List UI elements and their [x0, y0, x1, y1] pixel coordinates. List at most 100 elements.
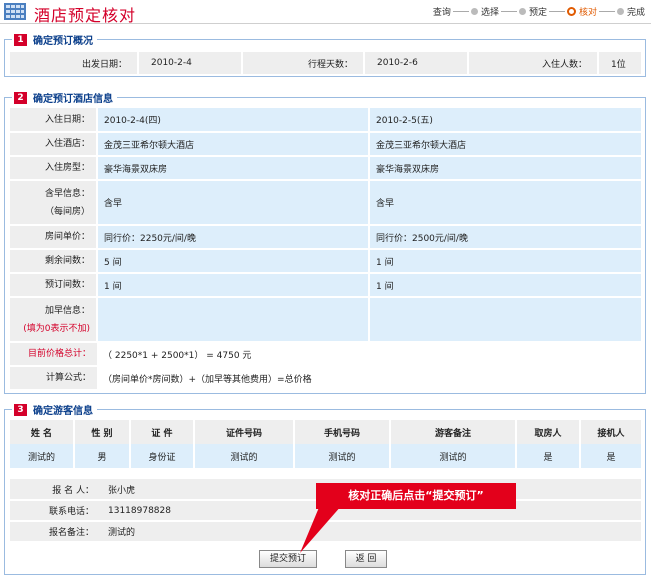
booking-note-value: 测试的 [100, 521, 641, 543]
col-pickup: 接机人 [580, 420, 641, 444]
room-type-night1: 豪华海景双床房 [96, 156, 369, 181]
table-row: 入住房型： 豪华海景双床房 豪华海景双床房 [10, 156, 641, 181]
section-heading: 2 确定预订酒店信息 [12, 91, 117, 105]
table-row: 剩余间数： 5 间 1 间 [10, 249, 641, 274]
table-row: 房间单价： 同行价：2250元/间/晚 同行价：2500元/间/晚 [10, 225, 641, 250]
checkin-date-label: 入住日期： [10, 108, 97, 133]
section-title: 确定预订酒店信息 [33, 94, 113, 105]
room-price-night1: 同行价：2250元/间/晚 [96, 225, 369, 250]
hotel-night1: 金茂三亚希尔顿大酒店 [96, 132, 369, 157]
col-name: 姓 名 [10, 420, 75, 444]
guest-name: 测试的 [10, 444, 75, 468]
step-dot-icon [616, 7, 624, 15]
trip-days-value: 2010-2-6 [364, 52, 469, 74]
step-dot-icon [470, 7, 478, 15]
step-book: 预定 [528, 7, 547, 18]
extra-breakfast-night2[interactable] [368, 297, 641, 343]
table-row: 计算公式： （房间单价*房间数）+（加早等其他费用）=总价格 [10, 366, 641, 391]
step-connector [598, 10, 615, 12]
breakfast-night1: 含早 [96, 180, 369, 226]
phone-label: 联系电话： [10, 500, 100, 522]
col-id-number: 证件号码 [194, 420, 295, 444]
breakfast-night2: 含早 [368, 180, 641, 226]
section-title: 确定预订概况 [33, 36, 93, 47]
hotel-night2: 金茂三亚希尔顿大酒店 [368, 132, 641, 157]
rooms-left-night1: 5 间 [96, 249, 369, 274]
rooms-booked-night1: 1 间 [96, 273, 369, 298]
step-select: 选择 [480, 7, 499, 18]
col-mobile: 手机号码 [294, 420, 391, 444]
table-header-row: 姓 名 性 别 证 件 证件号码 手机号码 游客备注 取房人 接机人 [10, 420, 641, 444]
checkin-date-night2: 2010-2-5(五) [368, 108, 641, 133]
table-row: 加早信息： (填为0表示不加) [10, 297, 641, 343]
room-price-night2: 同行价：2500元/间/晚 [368, 225, 641, 250]
page-header: 酒店预定核对 查询 选择 预定 核对 完成 [0, 0, 651, 25]
guest-mobile: 测试的 [294, 444, 391, 468]
formula-value: （房间单价*房间数）+（加早等其他费用）=总价格 [97, 366, 641, 391]
room-type-night2: 豪华海景双床房 [368, 156, 641, 181]
table-row: 出发日期： 2010-2-4 行程天数： 2010-2-6 入住人数： 1位 [10, 52, 641, 74]
table-row: 入住酒店： 金茂三亚希尔顿大酒店 金茂三亚希尔顿大酒店 [10, 132, 641, 157]
guest-gender: 男 [74, 444, 131, 468]
guest-room-taker: 是 [516, 444, 581, 468]
table-row: 入住日期： 2010-2-4(四) 2010-2-5(五) [10, 108, 641, 133]
room-type-label: 入住房型： [10, 156, 97, 181]
col-room-taker: 取房人 [516, 420, 581, 444]
breakfast-label: 含早信息： （每间房） [10, 180, 97, 226]
breakfast-label-text: 含早信息： [44, 188, 90, 199]
col-id-type: 证 件 [130, 420, 195, 444]
guest-id-number: 测试的 [194, 444, 295, 468]
applicant-label: 报 名 人： [10, 479, 100, 501]
checkin-date-night1: 2010-2-4(四) [96, 108, 369, 133]
hotel-label: 入住酒店： [10, 132, 97, 157]
guest-count-value: 1位 [598, 52, 641, 74]
total-price-label: 目前价格总计： [10, 342, 97, 367]
guest-table: 姓 名 性 别 证 件 证件号码 手机号码 游客备注 取房人 接机人 测试的 男… [10, 420, 641, 468]
step-done: 完成 [626, 7, 645, 18]
section-number-badge: 2 [14, 91, 27, 104]
extra-breakfast-night1[interactable] [96, 297, 369, 343]
table-row: 含早信息： （每间房） 含早 含早 [10, 180, 641, 226]
extra-breakfast-hint: (填为0表示不加) [23, 323, 90, 334]
section-number-badge: 3 [14, 403, 27, 416]
col-gender: 性 别 [74, 420, 131, 444]
section-hotel-info: 2 确定预订酒店信息 入住日期： 2010-2-4(四) 2010-2-5(五)… [4, 91, 646, 394]
step-connector [500, 10, 517, 12]
rooms-left-label: 剩余间数： [10, 249, 97, 274]
total-price-value: （ 2250*1 + 2500*1） = 4750 元 [97, 342, 641, 367]
guest-note: 测试的 [390, 444, 517, 468]
section-heading: 3 确定游客信息 [12, 403, 97, 417]
guest-id-type: 身份证 [130, 444, 195, 468]
section-title: 确定游客信息 [33, 406, 93, 417]
hotel-info-table: 入住日期： 2010-2-4(四) 2010-2-5(五) 入住酒店： 金茂三亚… [10, 108, 641, 391]
table-row: 测试的 男 身份证 测试的 测试的 测试的 是 是 [10, 444, 641, 468]
guest-pickup: 是 [580, 444, 641, 468]
callout-hint: 核对正确后点击“提交预订” [316, 483, 516, 509]
col-guest-note: 游客备注 [390, 420, 517, 444]
section-booking-overview: 1 确定预订概况 出发日期： 2010-2-4 行程天数： 2010-2-6 入… [4, 33, 646, 77]
section-heading: 1 确定预订概况 [12, 33, 97, 47]
overview-table: 出发日期： 2010-2-4 行程天数： 2010-2-6 入住人数： 1位 [10, 52, 641, 74]
step-current-dot-icon [566, 6, 576, 16]
table-row: 预订间数： 1 间 1 间 [10, 273, 641, 298]
guest-count-label: 入住人数： [468, 52, 599, 74]
grid-logo-icon [4, 3, 26, 20]
step-verify: 核对 [578, 7, 597, 18]
table-row: 目前价格总计： （ 2250*1 + 2500*1） = 4750 元 [10, 342, 641, 367]
step-connector [452, 10, 469, 12]
trip-days-label: 行程天数： [242, 52, 365, 74]
breakfast-label-note: （每间房） [44, 206, 90, 217]
extra-breakfast-label-text: 加早信息： [44, 305, 90, 316]
step-dot-icon [518, 7, 526, 15]
rooms-booked-label: 预订间数： [10, 273, 97, 298]
depart-date-label: 出发日期： [10, 52, 139, 74]
step-query: 查询 [432, 7, 451, 18]
booking-note-label: 报名备注： [10, 521, 100, 543]
rooms-left-night2: 1 间 [368, 249, 641, 274]
depart-date-value: 2010-2-4 [138, 52, 243, 74]
header-divider [0, 23, 651, 24]
section-number-badge: 1 [14, 33, 27, 46]
room-price-label: 房间单价： [10, 225, 97, 250]
extra-breakfast-label: 加早信息： (填为0表示不加) [10, 297, 97, 343]
step-connector [548, 10, 565, 12]
